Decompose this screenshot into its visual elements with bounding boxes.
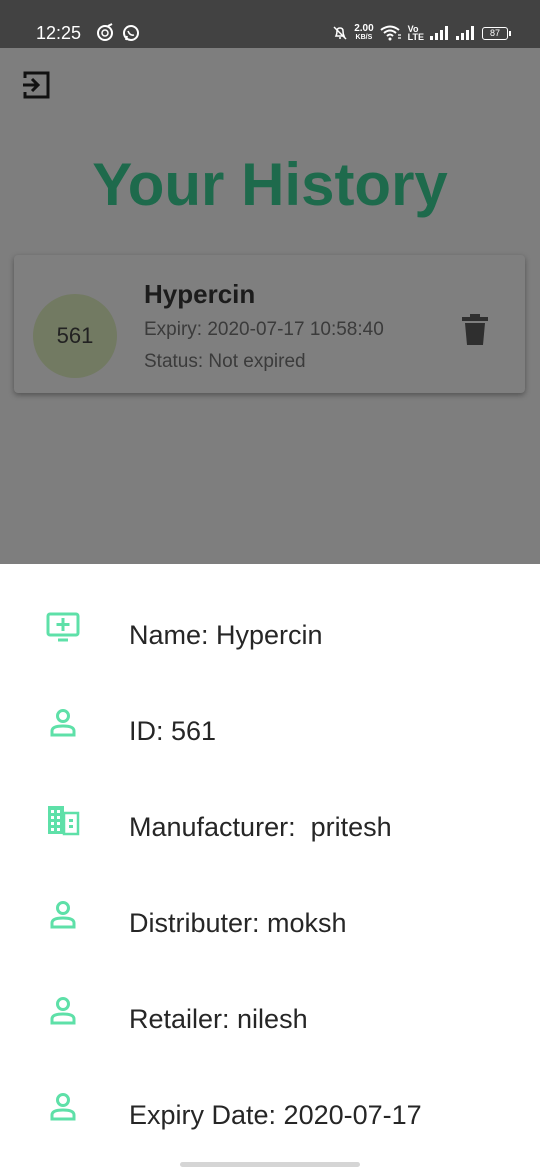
network-speed: 2.00 KB/S <box>354 24 373 42</box>
history-screen: Your History 561 Hypercin Expiry: 2020-0… <box>0 48 540 564</box>
history-card[interactable]: 561 Hypercin Expiry: 2020-07-17 10:58:40… <box>14 255 525 393</box>
person-icon <box>50 1093 76 1121</box>
wifi-icon <box>380 25 401 41</box>
detail-row-name: Name: Hypercin <box>0 606 540 666</box>
status-text: Status: Not expired <box>144 351 306 372</box>
details-sheet: Name: Hypercin ID: 561 Manufacturer: pri… <box>0 564 540 1170</box>
medicine-name: Hypercin <box>144 279 256 309</box>
detail-name-text: Name: Hypercin <box>129 620 323 650</box>
detail-retailer-text: Retailer: nilesh <box>129 1004 308 1034</box>
detail-row-retailer: Retailer: nilesh <box>0 990 540 1050</box>
person-icon <box>50 709 76 737</box>
detail-id-text: ID: 561 <box>129 716 217 746</box>
signal-icon-sim1 <box>430 26 448 40</box>
detail-expiry-date-text: Expiry Date: 2020-07-17 <box>129 1100 422 1130</box>
detail-manufacturer-text: Manufacturer: pritesh <box>129 812 392 842</box>
music-app-icon <box>97 23 113 41</box>
notification-icons <box>97 23 139 41</box>
volte-indicator: Vo LTE <box>407 25 424 42</box>
building-icon <box>48 806 80 836</box>
battery-icon: 87 <box>482 26 511 40</box>
battery-level: 87 <box>489 27 500 38</box>
expiry-text: Expiry: 2020-07-17 10:58:40 <box>144 319 384 340</box>
logout-icon[interactable] <box>21 70 51 100</box>
status-indicators: 2.00 KB/S Vo LTE 87 <box>332 21 511 45</box>
id-badge: 561 <box>33 294 117 378</box>
person-icon <box>50 901 76 929</box>
mute-bell-icon <box>333 26 347 40</box>
detail-row-distributer: Distributer: moksh <box>0 894 540 954</box>
volte-bottom: LTE <box>407 32 424 42</box>
status-time: 12:25 <box>36 23 82 43</box>
detail-row-id: ID: 561 <box>0 702 540 762</box>
home-indicator[interactable] <box>180 1162 360 1167</box>
medical-monitor-icon <box>46 612 80 642</box>
status-bar: 12:25 2.00 KB/S Vo LTE 87 <box>0 0 540 48</box>
detail-row-manufacturer: Manufacturer: pritesh <box>0 798 540 858</box>
detail-row-expiry-date: Expiry Date: 2020-07-17 <box>0 1086 540 1146</box>
network-speed-unit: KB/S <box>355 34 373 41</box>
signal-icon-sim2 <box>456 26 474 40</box>
network-speed-value: 2.00 <box>354 23 374 34</box>
person-icon <box>50 997 76 1025</box>
page-title: Your History <box>92 151 448 218</box>
whatsapp-icon <box>123 25 139 41</box>
detail-distributer-text: Distributer: moksh <box>129 908 347 938</box>
trash-icon[interactable] <box>460 313 490 347</box>
